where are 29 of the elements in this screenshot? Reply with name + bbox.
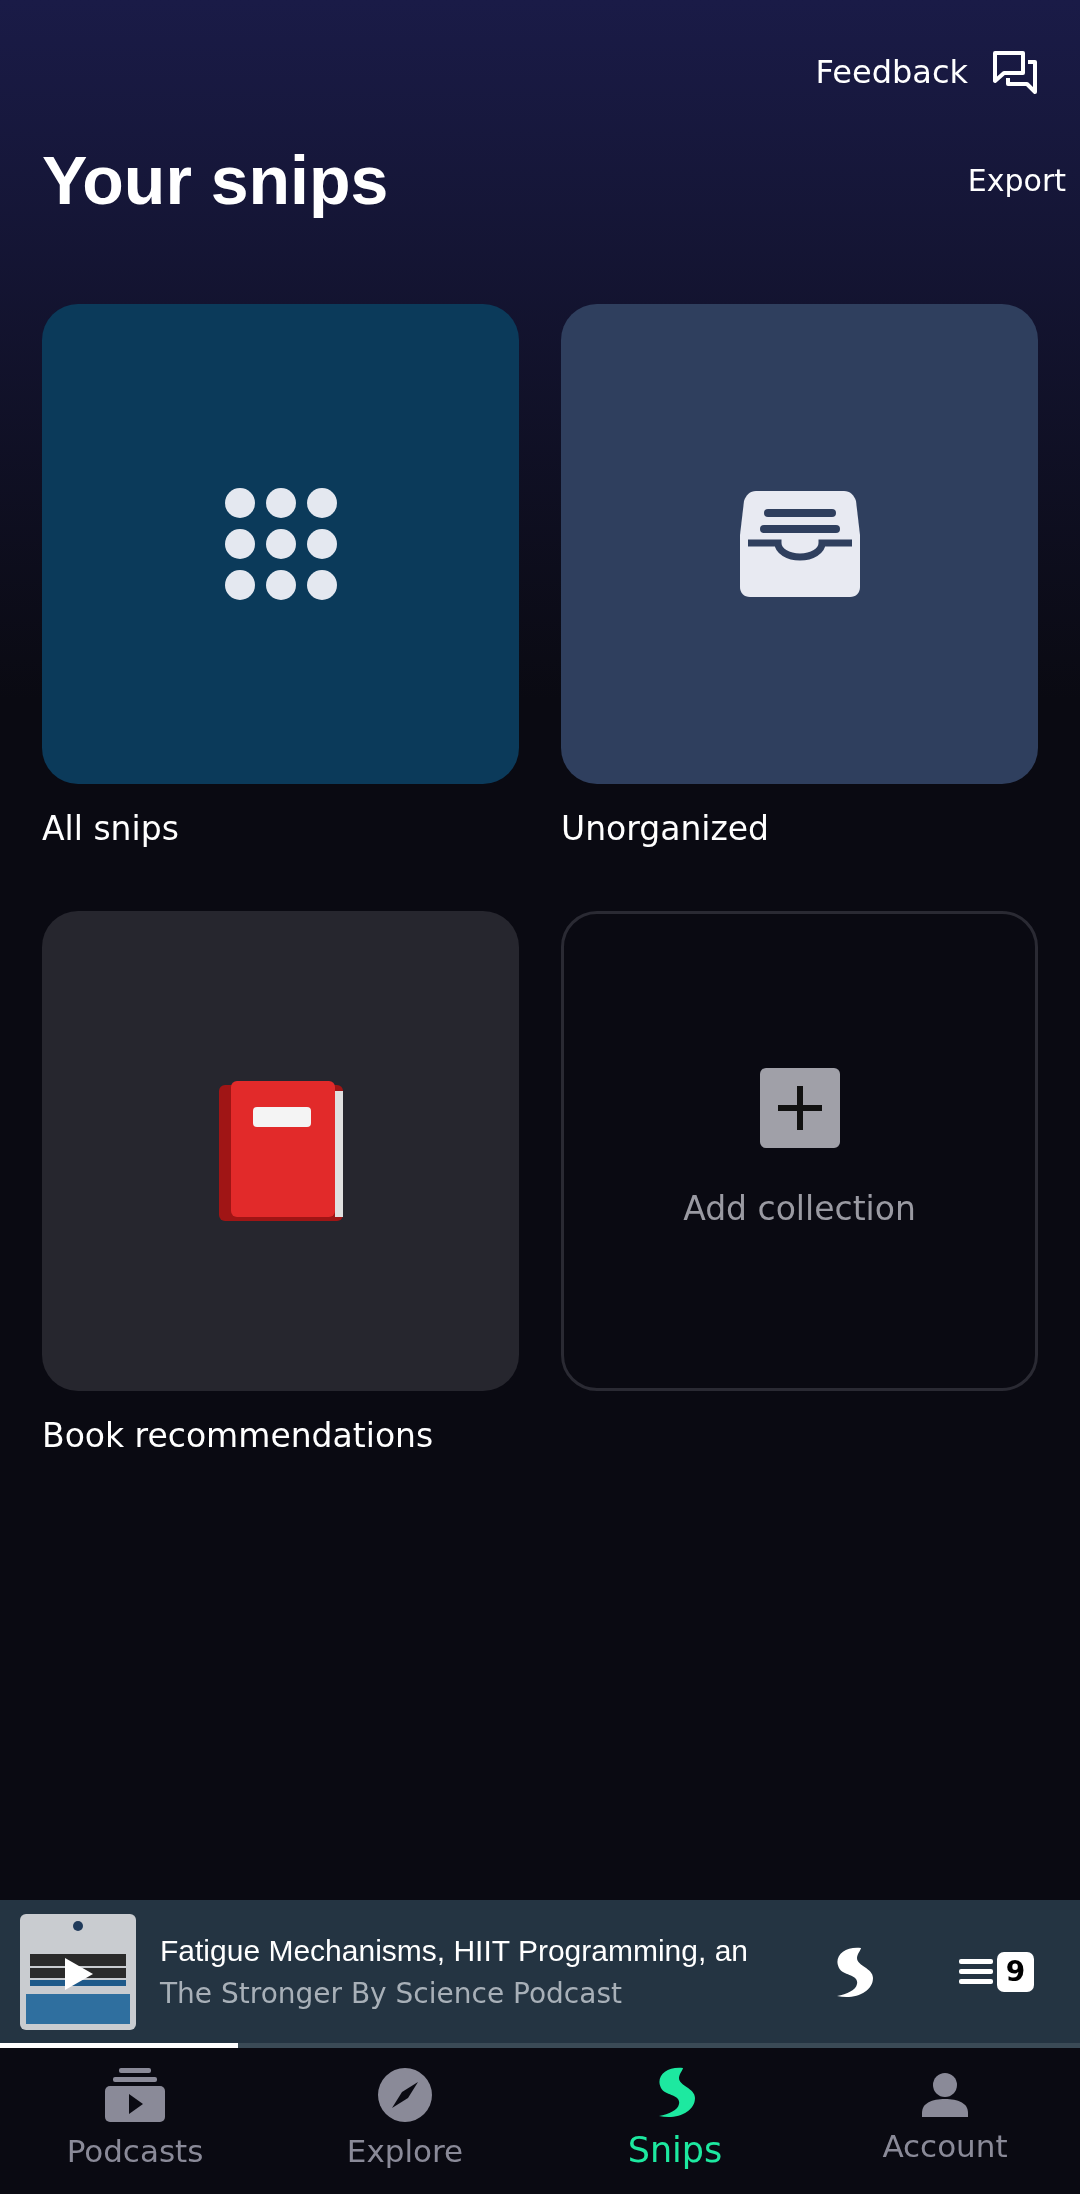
episode-title: Fatigue Mechanisms, HIIT Programming, an: [160, 1933, 749, 1969]
add-collection-button[interactable]: Add collection: [561, 911, 1038, 1392]
collection-tile[interactable]: [42, 911, 519, 1392]
nav-tab[interactable]: Explore: [270, 2048, 540, 2194]
add-collection-label: Add collection: [683, 1188, 916, 1231]
person-icon: [922, 2072, 968, 2117]
collection-name: Book recommendations: [42, 1415, 434, 1458]
nav-tab[interactable]: Account: [810, 2048, 1080, 2194]
inbox-icon: [739, 490, 860, 597]
chat-icon[interactable]: [992, 50, 1038, 94]
book-icon: [218, 1081, 343, 1222]
nav-tab[interactable]: Podcasts: [0, 2048, 270, 2194]
compass-icon: [378, 2067, 432, 2122]
collection-tile[interactable]: [561, 303, 1038, 784]
feedback-link[interactable]: Feedback: [815, 48, 968, 96]
queue-icon[interactable]: [959, 1958, 993, 1985]
plus-icon: [759, 1068, 840, 1149]
export-link[interactable]: Export: [967, 158, 1066, 204]
podcast-name: The Stronger By Science Podcast: [160, 1976, 623, 2012]
podcast-cover-icon: [20, 1913, 136, 2030]
grid-icon: [224, 487, 337, 600]
video-stack-icon: [105, 2067, 165, 2122]
collection-tile[interactable]: [42, 303, 519, 784]
queue-count-badge: 9: [997, 1951, 1034, 1992]
collection-name: Unorganized: [561, 807, 770, 850]
nav-tab[interactable]: Snips: [540, 2048, 810, 2194]
collection-name: All snips: [42, 807, 179, 850]
page-title: Your snips: [42, 141, 389, 220]
mini-player[interactable]: Fatigue Mechanisms, HIIT Programming, an The Stronger By Science Podcast 9: [0, 1900, 1080, 2043]
